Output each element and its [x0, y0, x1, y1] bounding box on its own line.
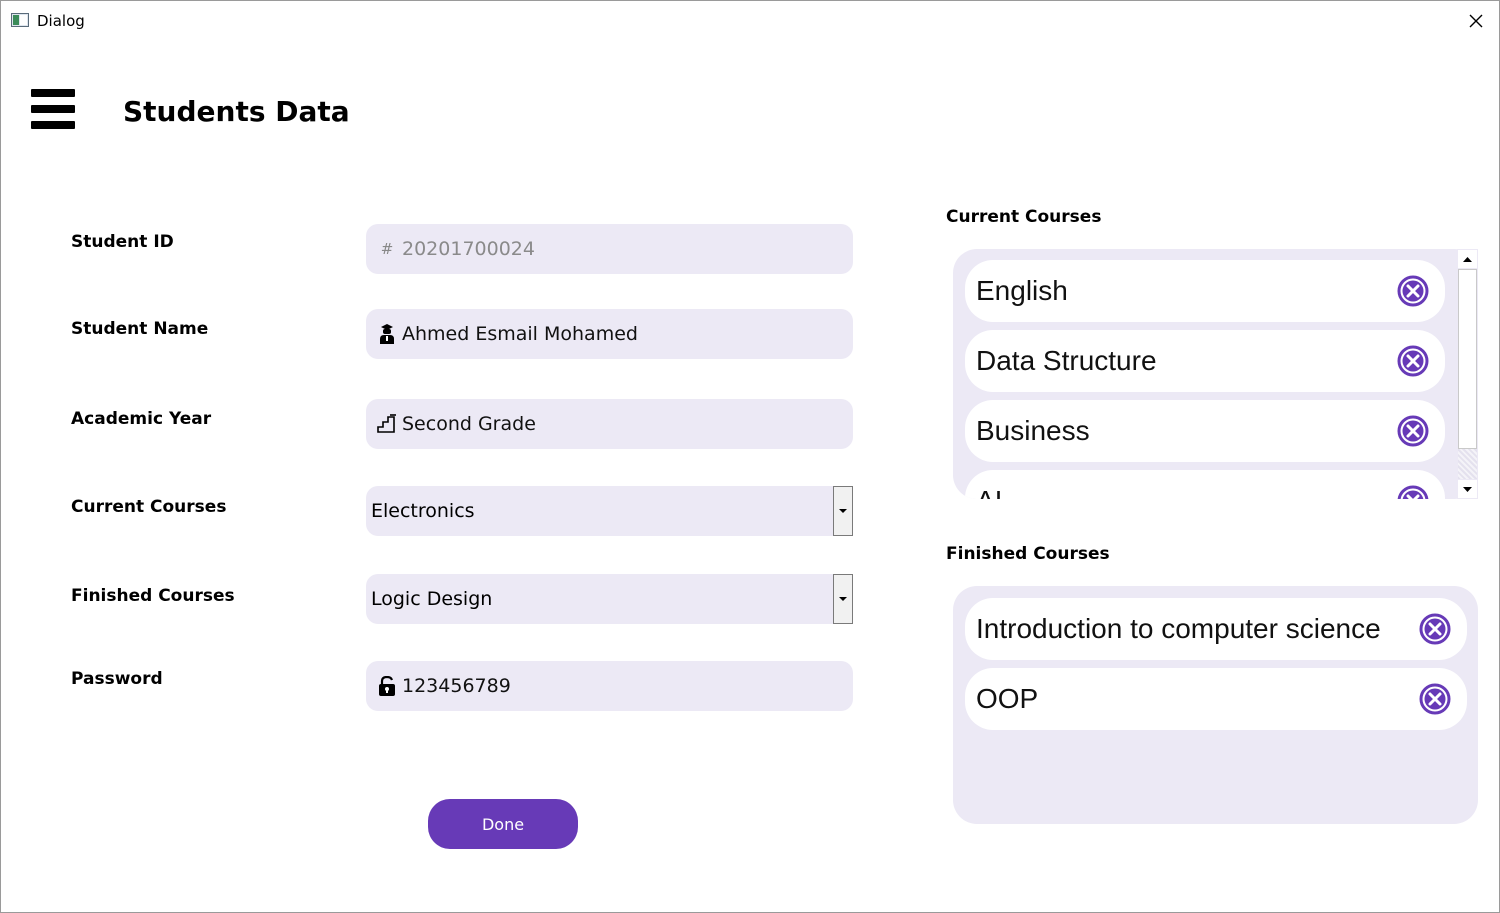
finished-courses-panel-label: Finished Courses — [946, 544, 1110, 564]
scroll-down-button[interactable] — [1458, 480, 1477, 498]
finished-courses-select[interactable]: Logic Design — [366, 574, 853, 624]
course-name: OOP — [976, 683, 1039, 714]
chevron-down-icon — [839, 597, 847, 601]
unlock-icon — [376, 675, 398, 697]
student-name-label: Student Name — [71, 319, 209, 339]
course-name: Introduction to computer science — [976, 613, 1381, 644]
scroll-track[interactable] — [1458, 449, 1477, 479]
stairs-icon — [376, 413, 398, 435]
course-name: English — [976, 275, 1068, 306]
window-title: Dialog — [37, 12, 85, 30]
list-item[interactable]: Introduction to computer science — [965, 598, 1467, 660]
finished-courses-label: Finished Courses — [71, 586, 235, 606]
page-title: Students Data — [123, 95, 350, 128]
remove-circle-icon[interactable] — [1419, 613, 1451, 645]
list-item[interactable]: Data Structure — [965, 330, 1445, 392]
course-name: Data Structure — [976, 345, 1157, 376]
password-field[interactable]: 123456789 — [366, 661, 853, 711]
remove-circle-icon[interactable] — [1397, 415, 1429, 447]
academic-year-label: Academic Year — [71, 409, 212, 429]
current-courses-selected: Electronics — [371, 500, 475, 522]
password-label: Password — [71, 669, 163, 689]
current-courses-list[interactable]: English Data Structure Business — [953, 249, 1478, 499]
hash-icon: # — [380, 240, 394, 258]
close-button[interactable] — [1461, 7, 1491, 35]
remove-circle-icon[interactable] — [1397, 485, 1429, 499]
done-button[interactable]: Done — [428, 799, 578, 849]
current-courses-label: Current Courses — [71, 497, 227, 517]
student-id-field[interactable]: # 20201700024 — [366, 224, 853, 274]
student-name-value: Ahmed Esmail Mohamed — [402, 323, 638, 345]
current-courses-select[interactable]: Electronics — [366, 486, 853, 536]
chevron-up-icon — [1463, 256, 1472, 262]
list-item[interactable]: OOP — [965, 668, 1467, 730]
remove-circle-icon[interactable] — [1419, 683, 1451, 715]
student-id-value: 20201700024 — [402, 238, 535, 260]
academic-year-value: Second Grade — [402, 413, 536, 435]
academic-year-field[interactable]: Second Grade — [366, 399, 853, 449]
scroll-thumb[interactable] — [1458, 269, 1477, 449]
chevron-down-icon — [839, 509, 847, 513]
list-item[interactable]: AI — [965, 470, 1445, 499]
menu-button[interactable] — [31, 89, 75, 129]
password-value: 123456789 — [402, 675, 511, 697]
remove-circle-icon[interactable] — [1397, 345, 1429, 377]
course-name: Business — [976, 415, 1090, 446]
scroll-up-button[interactable] — [1458, 250, 1477, 268]
current-courses-dropdown-button[interactable] — [833, 486, 853, 536]
list-item[interactable]: Business — [965, 400, 1445, 462]
dialog-window: Dialog Students Data Student ID Student … — [0, 0, 1500, 913]
student-id-label: Student ID — [71, 232, 174, 252]
finished-courses-dropdown-button[interactable] — [833, 574, 853, 624]
app-icon — [11, 13, 29, 27]
finished-courses-list[interactable]: Introduction to computer science OOP — [953, 586, 1478, 824]
menu-icon — [31, 89, 75, 97]
list-item[interactable]: English — [965, 260, 1445, 322]
chevron-down-icon — [1463, 486, 1472, 492]
finished-courses-selected: Logic Design — [371, 588, 493, 610]
current-courses-scrollbar[interactable] — [1457, 249, 1478, 499]
student-icon — [376, 323, 398, 345]
remove-circle-icon[interactable] — [1397, 275, 1429, 307]
student-name-field[interactable]: Ahmed Esmail Mohamed — [366, 309, 853, 359]
course-name: AI — [976, 485, 1002, 499]
current-courses-panel-label: Current Courses — [946, 207, 1102, 227]
title-bar: Dialog — [1, 1, 1499, 41]
close-icon — [1469, 14, 1483, 28]
